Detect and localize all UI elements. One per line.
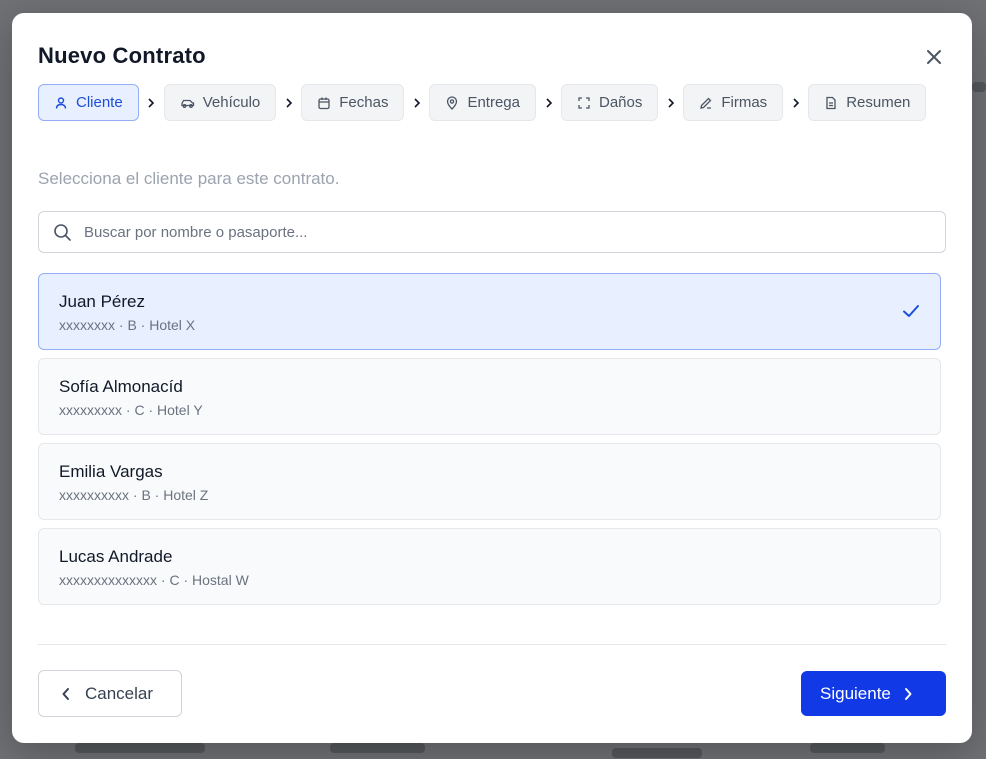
client-row[interactable]: Juan Pérez xxxxxxxx · B · Hotel X [38,273,941,350]
check-icon [903,305,919,317]
client-name: Lucas Andrade [59,547,173,566]
chevron-right-icon [276,97,301,109]
chevron-right-icon [404,97,429,109]
instruction-text: Selecciona el cliente para este contrato… [38,169,340,188]
close-icon [927,50,941,64]
user-icon [55,96,67,109]
client-details: xxxxxxxxxx · B · Hotel Z [59,487,209,503]
step-label: Cliente [76,94,123,111]
client-row[interactable]: Emilia Vargas xxxxxxxxxx · B · Hotel Z [38,443,941,520]
backdrop-shape [330,743,425,753]
calendar-icon [318,97,330,109]
step-resumen[interactable]: Resumen [808,84,927,121]
step-vehiculo[interactable]: Vehículo [163,84,277,121]
chevron-right-icon [904,687,912,700]
client-row[interactable]: Sofía Almonacíd xxxxxxxxx · C · Hotel Y [38,358,941,435]
map-pin-icon [447,95,458,110]
client-details: xxxxxxxxx · C · Hotel Y [59,402,203,418]
backdrop-shape [75,743,205,753]
cancel-button[interactable]: Cancelar [38,670,182,717]
stepper: Cliente Vehículo Fechas Entrega Daños Fi… [38,84,927,121]
step-entrega[interactable]: Entrega [429,84,536,121]
scan-icon [578,96,590,109]
step-danos[interactable]: Daños [561,84,659,121]
cancel-label: Cancelar [85,683,154,703]
step-label: Firmas [721,94,768,111]
client-name: Sofía Almonacíd [59,377,183,396]
backdrop-shape [810,743,885,753]
step-label: Vehículo [202,94,261,111]
footer-divider [38,644,946,645]
step-cliente[interactable]: Cliente [38,84,139,121]
search-icon [54,224,71,241]
client-details: xxxxxxxx · B · Hotel X [59,317,196,333]
client-row[interactable]: Lucas Andrade xxxxxxxxxxxxxx · C · Hosta… [38,528,941,605]
client-details: xxxxxxxxxxxxxx · C · Hostal W [59,572,249,588]
step-label: Daños [599,94,643,111]
backdrop-shape [972,82,986,92]
search-box [38,211,946,253]
step-label: Fechas [339,94,389,111]
chevron-right-icon [658,97,683,109]
next-button[interactable]: Siguiente [801,671,946,716]
step-firmas[interactable]: Firmas [683,84,784,121]
step-label: Resumen [846,94,911,111]
chevron-right-icon [536,97,561,109]
next-label: Siguiente [820,683,891,703]
search-input[interactable] [84,212,934,252]
car-icon [181,99,194,108]
step-fechas[interactable]: Fechas [301,84,405,121]
client-list: Juan Pérez xxxxxxxx · B · Hotel X Sofía … [38,273,941,613]
step-label: Entrega [467,94,520,111]
chevron-right-icon [139,97,164,109]
modal-title: Nuevo Contrato [38,43,206,68]
pen-icon [700,97,712,109]
new-contract-modal: Nuevo Contrato Cliente Vehículo Fechas E… [12,13,972,743]
file-text-icon [826,96,836,109]
client-name: Emilia Vargas [59,462,163,481]
client-name: Juan Pérez [59,292,145,311]
chevron-left-icon [62,687,69,700]
backdrop-shape [612,748,702,758]
chevron-right-icon [783,97,808,109]
close-button[interactable] [923,46,945,68]
